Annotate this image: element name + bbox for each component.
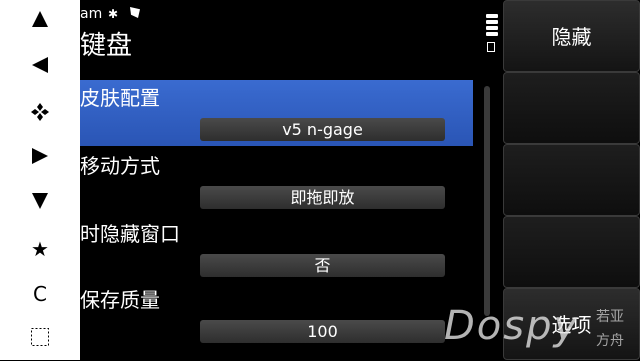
- up-arrow-icon[interactable]: [18, 10, 62, 34]
- setting-label: 移动方式: [80, 154, 160, 178]
- setting-row-skin[interactable]: 皮肤配置 v5 n-gage: [80, 80, 473, 146]
- page-title: 键盘: [80, 31, 133, 61]
- edit-box-icon[interactable]: [18, 327, 62, 351]
- setting-label: 保存质量: [80, 288, 160, 312]
- hide-button[interactable]: 隐藏: [503, 0, 640, 72]
- watermark-text: 若亚: [596, 309, 624, 325]
- star-icon[interactable]: ★: [18, 237, 62, 261]
- left-arrow-icon[interactable]: [18, 56, 62, 80]
- setting-value[interactable]: 即拖即放: [200, 186, 445, 209]
- message-icon: [130, 7, 140, 18]
- watermark-logo: Dospy: [444, 303, 580, 349]
- virtual-keypad: ★ C: [0, 0, 80, 360]
- watermark-text: 方舟: [596, 333, 624, 349]
- setting-value[interactable]: v5 n-gage: [200, 118, 445, 141]
- scrollbar[interactable]: [484, 86, 490, 316]
- clear-icon[interactable]: C: [18, 282, 62, 306]
- bluetooth-icon: ✱: [108, 7, 119, 21]
- setting-row-save-quality[interactable]: 保存质量 100: [80, 282, 473, 348]
- right-arrow-icon[interactable]: [18, 147, 62, 171]
- setting-label: 时隐藏窗口: [80, 222, 180, 246]
- select-icon[interactable]: [18, 102, 62, 126]
- carrier-label: am: [80, 6, 103, 22]
- softkey-empty-2: [503, 144, 640, 216]
- down-arrow-icon[interactable]: [18, 192, 62, 216]
- setting-value[interactable]: 100: [200, 320, 445, 343]
- setting-value[interactable]: 否: [200, 254, 445, 277]
- status-bar: am ✱: [80, 0, 500, 28]
- battery-icon: [486, 14, 498, 52]
- setting-row-hide-window[interactable]: 时隐藏窗口 否: [80, 216, 473, 282]
- softkey-empty-1: [503, 72, 640, 144]
- softkey-empty-3: [503, 216, 640, 288]
- setting-label: 皮肤配置: [80, 86, 160, 110]
- setting-row-move-mode[interactable]: 移动方式 即拖即放: [80, 148, 473, 214]
